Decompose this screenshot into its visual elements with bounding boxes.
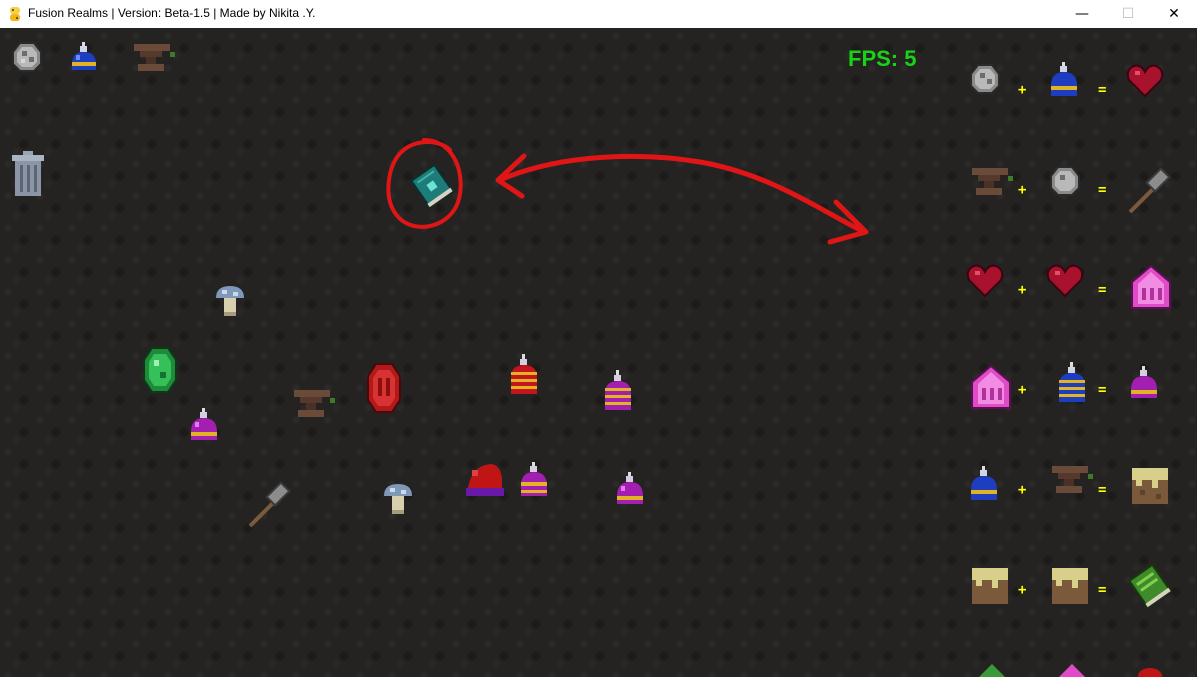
recipe-2-anvil-icon [972, 168, 1013, 195]
recipe-7-pink-item-icon [1059, 664, 1085, 677]
annotation-circle [386, 138, 463, 229]
recipe-6-equals: = [1098, 582, 1107, 598]
mushroom-icon[interactable] [382, 482, 414, 518]
close-button[interactable]: ✕ [1151, 0, 1197, 28]
recipe-5-grass-block-icon [1132, 468, 1168, 504]
recipe-5-equals: = [1098, 482, 1107, 498]
annotation-double-arrow [495, 153, 869, 245]
maximize-icon: ☐ [1121, 6, 1135, 22]
minimize-button[interactable]: — [1059, 0, 1105, 28]
recipe-3-equals: = [1098, 282, 1107, 298]
mushroom-icon[interactable] [214, 284, 246, 320]
window-title: Fusion Realms | Version: Beta-1.5 | Made… [28, 6, 316, 20]
recipe-4-plus: + [1018, 382, 1027, 398]
anvil-icon[interactable] [292, 386, 340, 420]
purple-potion-icon[interactable] [614, 470, 646, 508]
purple-gold-potion-icon[interactable] [518, 460, 550, 500]
recipe-2-plus: + [1018, 182, 1027, 198]
recipe-5-anvil-icon [1052, 466, 1093, 493]
recipe-2-equals: = [1098, 182, 1107, 198]
recipe-3-heart-icon [966, 264, 1004, 298]
recipe-6-plus: + [1018, 582, 1027, 598]
recipe-1-stone-icon [970, 64, 1000, 94]
maximize-button[interactable]: ☐ [1105, 0, 1151, 28]
recipe-5-plus: + [1018, 482, 1027, 498]
blue-potion-icon[interactable] [68, 40, 100, 76]
recipe-4-equals: = [1098, 382, 1107, 398]
recipe-3-pink-gem-icon [1131, 264, 1171, 309]
recipe-7-green-item-icon [979, 664, 1005, 677]
recipe-2-stone-icon [1050, 166, 1080, 196]
anvil-icon[interactable] [132, 40, 180, 74]
stone-icon[interactable] [10, 40, 44, 74]
recipe-6-grass-block-icon [972, 568, 1008, 604]
recipe-3-heart-icon [1046, 264, 1084, 298]
recipe-2-hammer-icon [1128, 167, 1171, 214]
recipe-5-blue-potion-icon [971, 466, 997, 500]
recipe-6-green-book-icon [1127, 563, 1173, 609]
python-app-icon [10, 7, 20, 21]
ruby-icon[interactable] [366, 362, 402, 414]
recipe-1-heart-icon [1126, 64, 1164, 98]
window-titlebar: Fusion Realms | Version: Beta-1.5 | Made… [0, 0, 1197, 28]
recipe-4-purple-potion-icon [1131, 366, 1157, 398]
red-striped-potion-icon[interactable] [508, 352, 540, 398]
recipe-1-blue-potion-icon [1051, 62, 1077, 96]
recipe-4-pink-gem-icon [971, 364, 1011, 409]
minimize-icon: — [1075, 6, 1089, 22]
fps-counter: FPS: 5 [848, 46, 917, 71]
purple-striped-potion-icon[interactable] [602, 368, 634, 414]
emerald-icon[interactable] [142, 346, 178, 394]
recipe-6-grass-block-icon [1052, 568, 1088, 604]
wizard-hat-icon[interactable] [462, 460, 506, 500]
hammer-icon[interactable] [244, 480, 296, 532]
recipe-3-plus: + [1018, 282, 1027, 298]
recipe-1-equals: = [1098, 82, 1107, 98]
recipe-4-blue-striped-potion-icon [1059, 362, 1085, 402]
recipe-7-red-item-icon [1138, 668, 1162, 677]
purple-potion-icon[interactable] [188, 406, 220, 444]
close-icon: ✕ [1168, 6, 1180, 22]
recipe-1-plus: + [1018, 82, 1027, 98]
game-canvas[interactable]: FPS: 5 + = + = + = + = + = + = [0, 28, 1197, 677]
trash-can-icon[interactable] [10, 150, 46, 198]
